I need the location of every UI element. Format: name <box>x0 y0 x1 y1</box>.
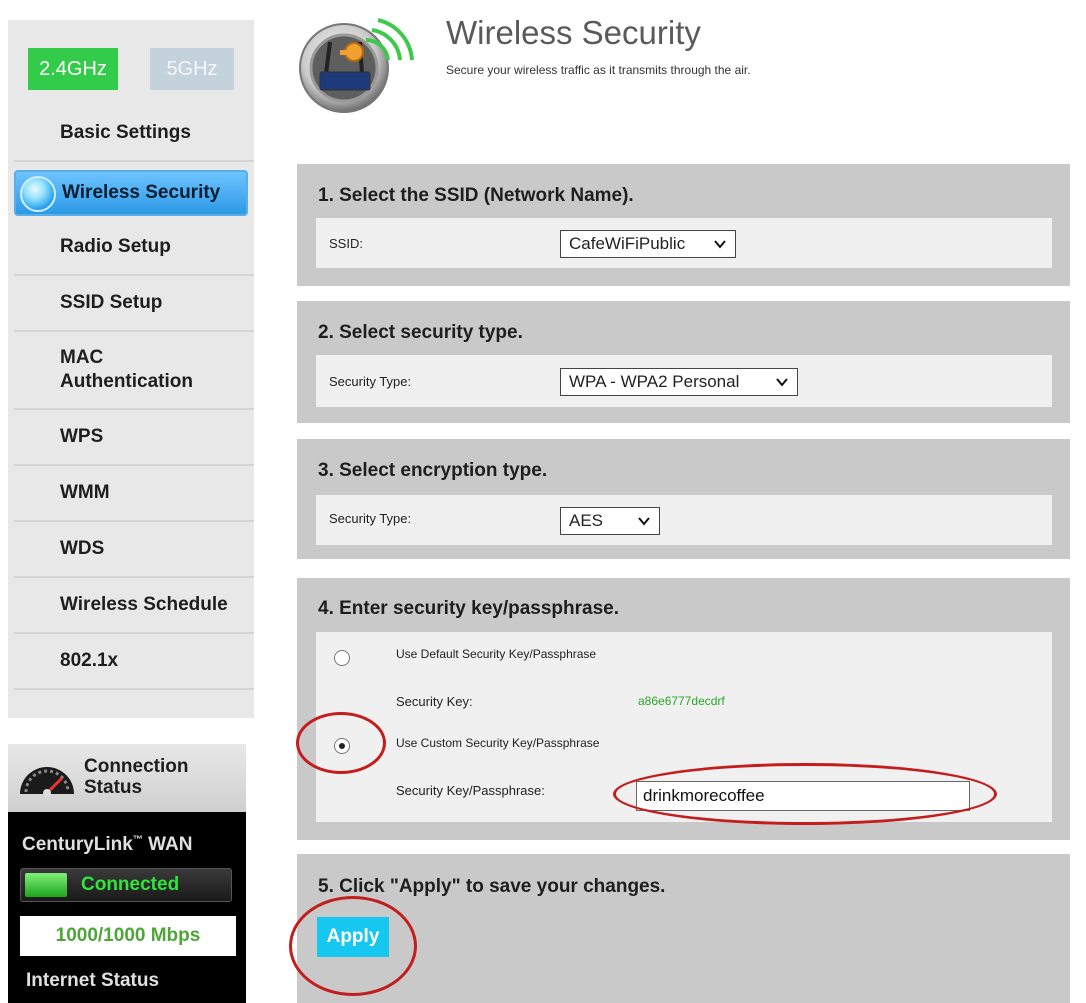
sidebar-item-label: Wireless Security <box>62 182 221 203</box>
ssid-label: SSID: <box>329 236 363 251</box>
annotation-circle-custom-radio <box>296 712 386 774</box>
default-key-radio[interactable] <box>334 650 350 666</box>
connection-status-header: Connection Status <box>8 744 246 812</box>
ssid-select-value: CafeWiFiPublic <box>569 234 686 253</box>
sidebar-item-basic-settings[interactable]: Basic Settings <box>14 106 254 162</box>
sidebar-item-mac-authentication[interactable]: MAC Authentication <box>14 332 254 410</box>
band-tab-5ghz[interactable]: 5GHz <box>150 48 234 90</box>
sidebar-item-802-1x[interactable]: 802.1x <box>14 634 254 690</box>
section-title: 2. Select security type. <box>318 322 523 343</box>
sidebar-item-wireless-security[interactable]: Wireless Security <box>14 170 248 216</box>
sidebar-item-wireless-schedule[interactable]: Wireless Schedule <box>14 578 254 634</box>
section-title: 4. Enter security key/passphrase. <box>318 598 619 619</box>
active-orb-icon <box>20 176 56 212</box>
sidebar-item-label: WPS <box>60 426 104 447</box>
sidebar-item-label: Radio Setup <box>60 236 171 257</box>
section-title: 5. Click "Apply" to save your changes. <box>318 876 666 897</box>
security-type-label: Security Type: <box>329 374 412 389</box>
chevron-down-icon <box>776 378 788 387</box>
internet-status-label: Internet Status <box>26 970 160 991</box>
section-body: SSID: CafeWiFiPublic <box>316 218 1052 268</box>
default-key-label: Security Key: <box>396 694 473 709</box>
section-encryption-type: 3. Select encryption type. Security Type… <box>297 439 1070 559</box>
connection-status-panel: Connection Status CenturyLink™ WAN Conne… <box>8 744 246 1003</box>
sidebar-item-wps[interactable]: WPS <box>14 410 254 466</box>
wan-label: CenturyLink™ WAN <box>22 834 193 855</box>
sidebar-item-label: SSID Setup <box>60 292 163 313</box>
sidebar-item-label: Basic Settings <box>60 122 191 143</box>
sidebar-item-label: Wireless Schedule <box>60 594 228 615</box>
encryption-type-select[interactable]: AES <box>560 507 660 535</box>
sidebar-item-label: WDS <box>60 538 105 559</box>
status-led-icon <box>25 873 67 897</box>
section-ssid: 1. Select the SSID (Network Name). SSID:… <box>297 164 1070 286</box>
section-security-type: 2. Select security type. Security Type: … <box>297 301 1070 423</box>
encryption-type-label: Security Type: <box>329 511 412 526</box>
section-body: Security Type: WPA - WPA2 Personal <box>316 355 1052 407</box>
section-title: 3. Select encryption type. <box>318 460 548 481</box>
speedometer-icon <box>20 767 74 797</box>
default-key-value: a86e6777decdrf <box>638 694 725 708</box>
sidebar-item-label: MAC Authentication <box>60 347 193 392</box>
sidebar: 2.4GHz 5GHz Basic Settings Wireless Secu… <box>8 20 254 718</box>
chevron-down-icon <box>714 240 726 249</box>
connection-status-text: Connected <box>81 874 180 895</box>
annotation-circle-passphrase <box>613 763 997 825</box>
chevron-down-icon <box>638 517 650 526</box>
wireless-security-icon <box>299 18 414 113</box>
security-type-select[interactable]: WPA - WPA2 Personal <box>560 368 798 396</box>
security-type-select-value: WPA - WPA2 Personal <box>569 372 740 391</box>
sidebar-item-wmm[interactable]: WMM <box>14 466 254 522</box>
encryption-type-select-value: AES <box>569 511 604 530</box>
annotation-circle-apply <box>289 896 417 996</box>
sidebar-item-ssid-setup[interactable]: SSID Setup <box>14 276 254 332</box>
band-tab-2-4ghz[interactable]: 2.4GHz <box>28 48 118 90</box>
sidebar-item-wds[interactable]: WDS <box>14 522 254 578</box>
default-key-option-label: Use Default Security Key/Passphrase <box>396 647 597 661</box>
connection-status-title: Connection Status <box>84 756 189 798</box>
custom-key-label: Security Key/Passphrase: <box>396 783 545 798</box>
link-speed: 1000/1000 Mbps <box>20 916 236 956</box>
section-body: Security Type: AES <box>316 495 1052 545</box>
page-title: Wireless Security <box>446 14 701 51</box>
connection-indicator: Connected <box>20 868 232 902</box>
sidebar-item-radio-setup[interactable]: Radio Setup <box>14 220 254 276</box>
custom-key-option-label: Use Custom Security Key/Passphrase <box>396 736 600 750</box>
sidebar-item-label: WMM <box>60 482 110 503</box>
sidebar-item-label: 802.1x <box>60 650 119 671</box>
page-subtitle: Secure your wireless traffic as it trans… <box>446 63 751 77</box>
ssid-select[interactable]: CafeWiFiPublic <box>560 230 736 258</box>
section-title: 1. Select the SSID (Network Name). <box>318 185 634 206</box>
